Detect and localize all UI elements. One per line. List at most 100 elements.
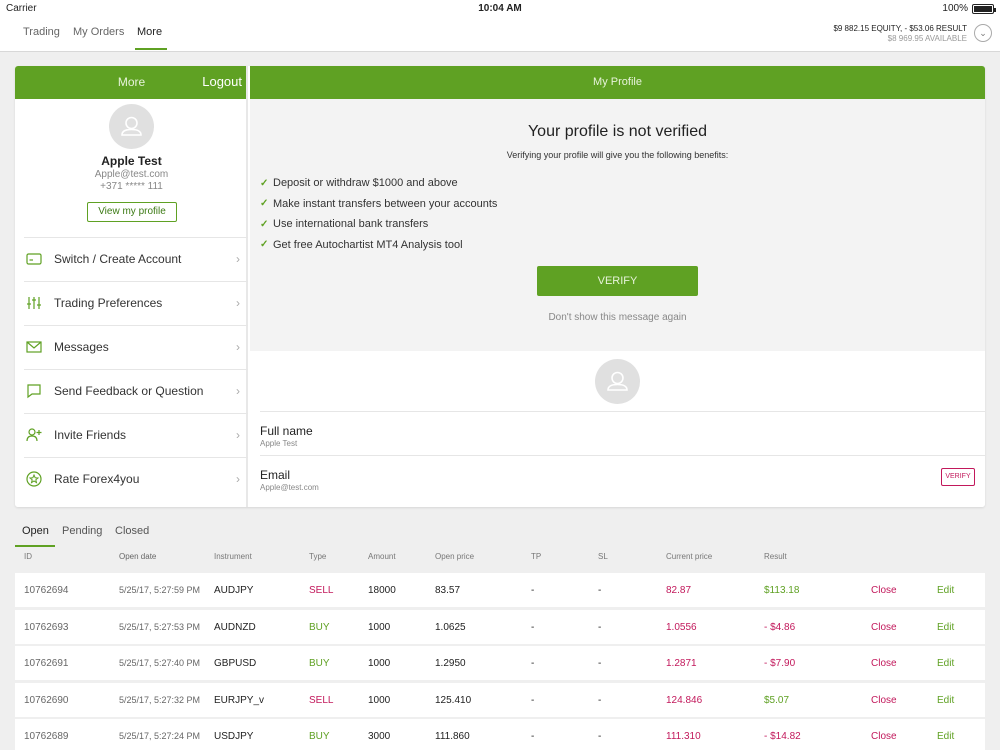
cell-open-price: 83.57	[435, 585, 461, 596]
cell-instrument: AUDJPY	[214, 585, 254, 596]
edit-trade-button[interactable]: Edit	[937, 622, 954, 633]
cell-id: 10762693	[24, 622, 69, 633]
benefit-text: Deposit or withdraw $1000 and above	[273, 177, 458, 190]
email-verify-button[interactable]: VERIFY	[941, 468, 975, 486]
chevron-right-icon: ›	[236, 384, 240, 398]
tab-my-orders[interactable]: My Orders	[73, 26, 124, 38]
add-user-icon	[26, 428, 42, 442]
cell-id: 10762690	[24, 695, 69, 706]
edit-trade-button[interactable]: Edit	[937, 731, 954, 742]
menu-item-invite-friends[interactable]: Invite Friends ›	[24, 413, 248, 457]
cell-result: - $7.90	[764, 658, 796, 669]
edit-trade-button[interactable]: Edit	[937, 658, 954, 669]
tab-pending[interactable]: Pending	[62, 525, 102, 537]
close-trade-button[interactable]: Close	[871, 658, 897, 669]
equity-line: $9 882.15 EQUITY, - $53.06 RESULT	[833, 24, 967, 33]
cell-tp: -	[531, 695, 535, 706]
table-row[interactable]: 10762689 5/25/17, 5:27:24 PM USDJPY BUY …	[15, 719, 985, 750]
edit-trade-button[interactable]: Edit	[937, 585, 954, 596]
benefit-item: ✓ Make instant transfers between your acc…	[260, 194, 497, 215]
cell-instrument: USDJPY	[214, 731, 254, 742]
more-menu: Switch / Create Account › Trading Prefer…	[15, 237, 248, 501]
column-header: Instrument	[214, 552, 252, 561]
cell-open-price: 111.860	[435, 731, 470, 742]
cell-instrument: GBPUSD	[214, 658, 257, 669]
column-header: Result	[764, 552, 787, 561]
main-card: More Logout Apple Test Apple@test.com +3…	[15, 66, 985, 507]
verification-subheading: Verifying your profile will give you the…	[506, 150, 729, 160]
user-name: Apple Test	[101, 154, 162, 168]
cell-amount: 1000	[368, 658, 391, 669]
cell-type: BUY	[309, 731, 330, 742]
cell-sl: -	[598, 585, 602, 596]
cell-result: $113.18	[764, 585, 800, 596]
benefit-text: Make instant transfers between your acco…	[273, 197, 498, 210]
chevron-right-icon: ›	[236, 340, 240, 354]
table-row[interactable]: 10762691 5/25/17, 5:27:40 PM GBPUSD BUY …	[15, 646, 985, 680]
close-trade-button[interactable]: Close	[871, 731, 897, 742]
column-header: Type	[309, 552, 327, 561]
table-row[interactable]: 10762694 5/25/17, 5:27:59 PM AUDJPY SELL…	[15, 573, 985, 607]
cell-date: 5/25/17, 5:27:59 PM	[119, 585, 201, 595]
cell-instrument: EURJPY_v	[214, 695, 265, 706]
close-trade-button[interactable]: Close	[871, 695, 897, 706]
profile-panel: My Profile Your profile is not verified …	[250, 66, 985, 507]
more-panel: More Logout Apple Test Apple@test.com +3…	[15, 66, 248, 507]
cell-sl: -	[598, 695, 602, 706]
user-icon	[121, 116, 142, 136]
cell-open-price: 1.2950	[435, 658, 466, 669]
cell-amount: 18000	[368, 585, 396, 596]
check-icon: ✓	[260, 239, 269, 251]
email-value: Apple@test.com	[260, 483, 319, 492]
envelope-icon	[26, 341, 42, 353]
cell-sl: -	[598, 658, 602, 669]
dont-show-again-link[interactable]: Don't show this message again	[250, 312, 985, 323]
email-field: Email Apple@test.com VERIFY	[260, 455, 985, 499]
equity-summary: $9 882.15 EQUITY, - $53.06 RESULT $8 969…	[833, 24, 967, 44]
logout-button[interactable]: Logout	[202, 74, 242, 89]
view-profile-button[interactable]: View my profile	[87, 202, 177, 222]
menu-item-messages[interactable]: Messages ›	[24, 325, 248, 369]
menu-item-send-feedback[interactable]: Send Feedback or Question ›	[24, 369, 248, 413]
edit-trade-button[interactable]: Edit	[937, 695, 954, 706]
cell-current-price: 124.846	[666, 695, 703, 706]
verification-heading: Your profile is not verified	[527, 123, 708, 140]
cell-tp: -	[531, 622, 535, 633]
cell-id: 10762694	[24, 585, 69, 596]
cell-sl: -	[598, 622, 602, 633]
table-row[interactable]: 10762693 5/25/17, 5:27:53 PM AUDNZD BUY …	[15, 610, 985, 644]
cell-result: - $4.86	[764, 622, 796, 633]
card-icon	[26, 253, 42, 265]
close-trade-button[interactable]: Close	[871, 585, 897, 596]
tab-more[interactable]: More	[137, 26, 162, 38]
menu-item-rate-app[interactable]: Rate Forex4you ›	[24, 457, 248, 501]
chevron-right-icon: ›	[236, 296, 240, 310]
battery-icon	[972, 3, 996, 14]
cell-sl: -	[598, 731, 602, 742]
menu-item-trading-preferences[interactable]: Trading Preferences ›	[24, 281, 248, 325]
cell-type: BUY	[309, 658, 330, 669]
cell-open-price: 1.0625	[435, 622, 466, 633]
active-tab-indicator	[15, 545, 55, 547]
table-row[interactable]: 10762690 5/25/17, 5:27:32 PM EURJPY_v SE…	[15, 683, 985, 717]
close-trade-button[interactable]: Close	[871, 622, 897, 633]
verify-button[interactable]: VERIFY	[537, 266, 698, 296]
tab-trading[interactable]: Trading	[23, 26, 60, 38]
active-tab-indicator	[135, 48, 167, 50]
tab-closed[interactable]: Closed	[115, 525, 149, 537]
check-icon: ✓	[260, 218, 269, 230]
cell-current-price: 111.310	[666, 731, 701, 742]
avatar	[109, 104, 154, 149]
trades-table-header: ID Open date Instrument Type Amount Open…	[15, 552, 985, 568]
cell-type: BUY	[309, 622, 330, 633]
menu-item-label: Messages	[54, 340, 109, 354]
menu-item-label: Trading Preferences	[54, 296, 163, 310]
chevron-down-icon[interactable]: ⌄	[974, 24, 992, 42]
benefit-text: Use international bank transfers	[273, 218, 429, 231]
fullname-field: Full name Apple Test	[260, 411, 985, 455]
menu-item-switch-account[interactable]: Switch / Create Account ›	[24, 237, 248, 281]
tab-open[interactable]: Open	[22, 525, 49, 537]
check-icon: ✓	[260, 177, 269, 189]
user-email: Apple@test.com	[94, 169, 169, 180]
menu-item-label: Invite Friends	[54, 428, 127, 442]
